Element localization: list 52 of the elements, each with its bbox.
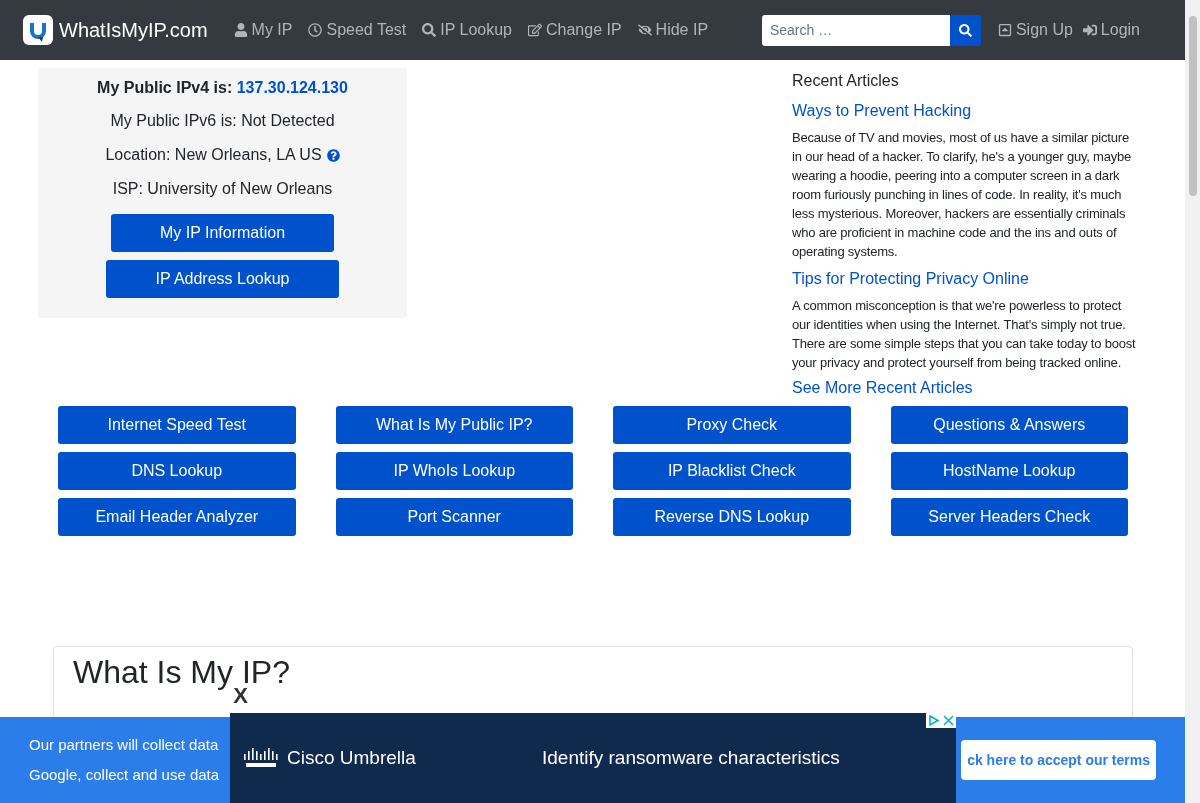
search-icon bbox=[958, 23, 972, 37]
tool-button[interactable]: Server Headers Check bbox=[890, 498, 1128, 536]
nav-link[interactable]: Speed Test bbox=[300, 18, 415, 42]
consent-text: Our partners will collect data bbox=[29, 734, 220, 755]
nav-link[interactable]: Hide IP bbox=[629, 18, 717, 42]
article-link[interactable]: Tips for Protecting Privacy Online bbox=[792, 267, 1137, 291]
section-title: Recent Articles bbox=[792, 71, 900, 91]
nav-link[interactable]: IP Lookup bbox=[414, 18, 520, 42]
tool-button[interactable]: Port Scanner bbox=[335, 498, 573, 536]
account-link[interactable]: Login bbox=[1077, 18, 1145, 42]
article-excerpt: Because of TV and movies, most of us have a similar picture in our head of a hacker. To clarify, he's a younger guy, maybe wearing a hoodie, peering into a computer screen in a dark room furiously punching in lines of code. In reality, it's much less mysterious. Moreover, hackers are essentially criminals who are proficient in machine code and the ins and outs of operating systems. bbox=[792, 129, 1133, 261]
location-text: Location: New Orleans, LA US bbox=[105, 145, 322, 165]
ad-text: Identify ransomware characteristics bbox=[542, 745, 840, 770]
brand-link[interactable]: WhatIsMyIP.com bbox=[23, 15, 208, 45]
isp-text: ISP: University of New Orleans bbox=[112, 179, 333, 199]
tool-button[interactable]: Email Header Analyzer bbox=[58, 498, 296, 536]
close-icon[interactable] bbox=[941, 713, 956, 728]
edit-icon bbox=[528, 23, 542, 37]
ipv4-text: My Public IPv4 is: 137.30.124.130 bbox=[97, 78, 348, 98]
tool-button[interactable]: Questions & Answers bbox=[890, 406, 1128, 444]
tool-button[interactable]: DNS Lookup bbox=[58, 452, 296, 490]
tool-button[interactable]: IP Blacklist Check bbox=[613, 452, 851, 490]
help-icon[interactable] bbox=[326, 148, 340, 162]
tool-button[interactable]: Proxy Check bbox=[613, 406, 851, 444]
login-icon bbox=[1082, 23, 1097, 37]
cisco-logo-icon bbox=[244, 748, 278, 768]
tool-button[interactable]: HostName Lookup bbox=[890, 452, 1128, 490]
user-icon bbox=[233, 23, 248, 37]
search-button[interactable] bbox=[949, 14, 981, 46]
account-link[interactable]: Sign Up bbox=[992, 18, 1078, 42]
clock-icon bbox=[308, 23, 323, 37]
ad-choices-icon[interactable] bbox=[926, 713, 941, 728]
accept-terms-button[interactable]: ck here to accept our terms bbox=[961, 740, 1156, 780]
article-link[interactable]: Ways to Prevent Hacking bbox=[792, 99, 1137, 123]
tool-button[interactable]: Internet Speed Test bbox=[58, 406, 296, 444]
tool-button[interactable]: Reverse DNS Lookup bbox=[613, 498, 851, 536]
info-button[interactable]: IP Address Lookup bbox=[106, 260, 339, 298]
ad-banner[interactable]: Cisco Umbrella Identify ransomware characteristics bbox=[230, 713, 956, 803]
ad-brand: Cisco Umbrella bbox=[287, 745, 417, 770]
nav-link[interactable]: My IP bbox=[225, 18, 301, 42]
more-articles-link[interactable]: See More Recent Articles bbox=[792, 376, 1137, 400]
article-excerpt: A common misconception is that we're powerless to protect our identities when using the Internet. That's simply not true. There are some simple steps that you can take today to boost your privacy and protect yourself from being tracked online. bbox=[792, 297, 1137, 372]
ipv6-text: My Public IPv6 is: Not Detected bbox=[110, 111, 335, 131]
consent-text: Google, collect and use data bbox=[29, 765, 220, 785]
eye-slash-icon bbox=[637, 23, 652, 37]
nav-link[interactable]: Change IP bbox=[520, 18, 630, 42]
tool-button[interactable]: IP WhoIs Lookup bbox=[335, 452, 573, 490]
tool-button[interactable]: What Is My Public IP? bbox=[335, 406, 573, 444]
info-button[interactable]: My IP Information bbox=[110, 214, 335, 252]
search-field[interactable]: Search … bbox=[761, 14, 950, 46]
logo-icon bbox=[23, 15, 53, 45]
search-icon bbox=[422, 23, 437, 37]
